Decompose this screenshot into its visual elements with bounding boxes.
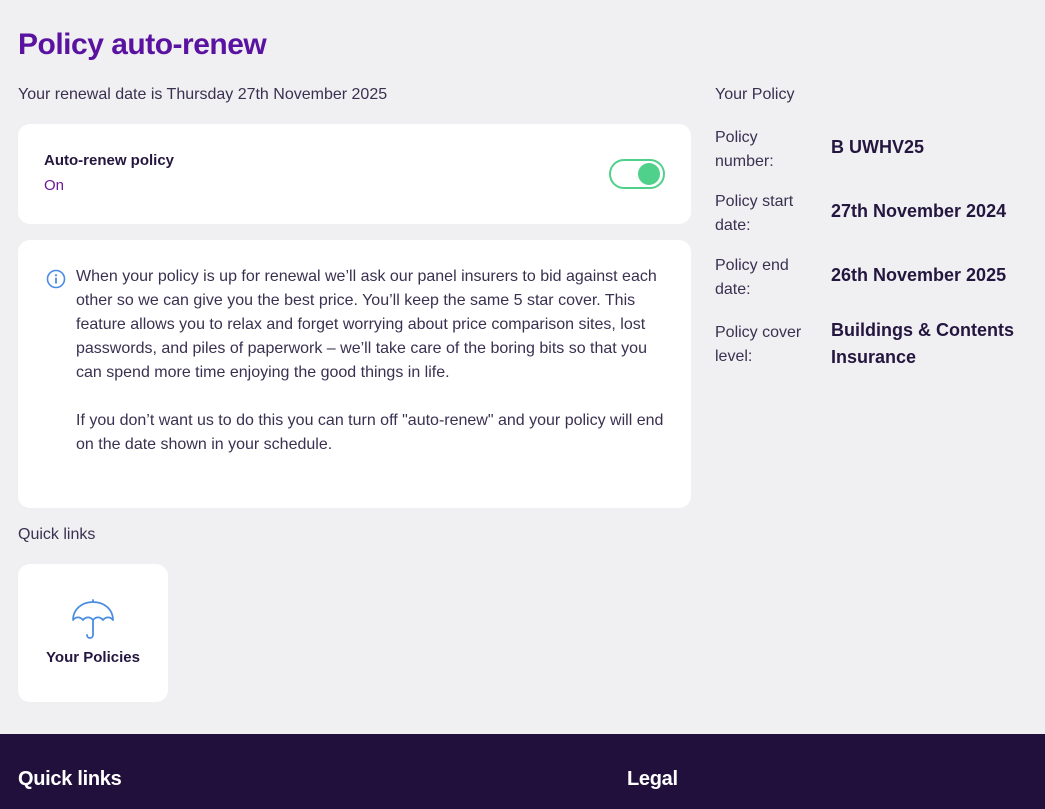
auto-renew-card: Auto-renew policy On (18, 124, 691, 224)
info-text: When your policy is up for renewal we’ll… (76, 265, 666, 457)
policy-number-value: B UWHV25 (831, 137, 925, 157)
footer-quick-links-heading: Quick links (18, 768, 122, 790)
policy-number-label: Policy number: (715, 129, 774, 170)
auto-renew-title: Auto-renew policy (44, 152, 175, 169)
site-footer: Quick links Legal (0, 734, 1045, 809)
policy-end-label: Policy end date: (715, 257, 789, 298)
quick-links-label: Quick links (18, 526, 96, 543)
info-icon (46, 269, 66, 289)
page-title: Policy auto-renew (18, 28, 267, 61)
toggle-knob (638, 163, 660, 185)
policy-end-value: 26th November 2025 (831, 265, 1007, 285)
policy-cover-label: Policy cover level: (715, 324, 802, 365)
policy-start-label: Policy start date: (715, 193, 794, 234)
info-paragraph: If you don’t want us to do this you can … (76, 412, 664, 453)
policy-start-value: 27th November 2024 (831, 201, 1007, 221)
renewal-date-text: Your renewal date is Thursday 27th Novem… (18, 86, 388, 103)
policy-cover-value: Buildings & Contents Insurance (831, 320, 1014, 367)
your-policy-heading: Your Policy (715, 86, 795, 103)
tile-label: Your Policies (46, 649, 140, 666)
auto-renew-info-card: When your policy is up for renewal we’ll… (18, 240, 691, 508)
your-policies-tile[interactable]: Your Policies (18, 564, 168, 702)
umbrella-icon (72, 599, 114, 639)
info-paragraph: When your policy is up for renewal we’ll… (76, 268, 657, 381)
auto-renew-status: On (44, 177, 65, 194)
footer-legal-heading: Legal (627, 768, 678, 790)
auto-renew-toggle[interactable] (609, 159, 665, 189)
